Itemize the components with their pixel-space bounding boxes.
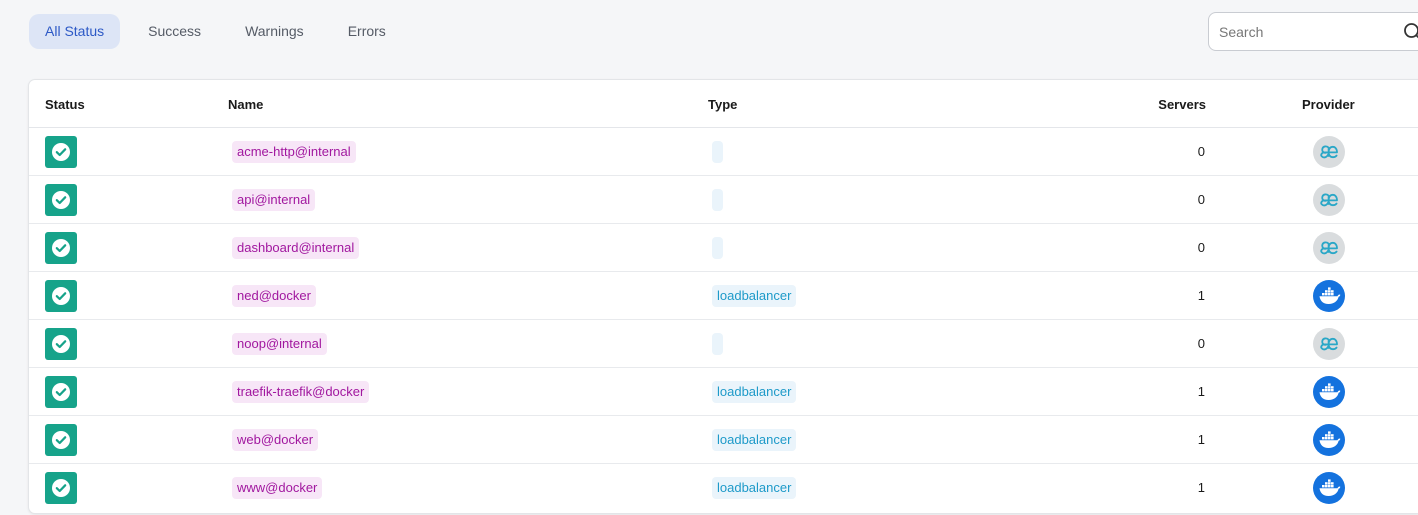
check-circle-icon — [52, 479, 70, 497]
traefik-internal-icon — [1320, 193, 1338, 207]
table-header: Status Name Type Servers Provider — [29, 80, 1418, 128]
traefik-internal-icon — [1320, 145, 1338, 159]
status-badge — [45, 184, 77, 216]
server-count: 1 — [1197, 288, 1205, 303]
status-badge — [45, 376, 77, 408]
header-provider: Provider — [1302, 97, 1355, 112]
server-count: 0 — [1197, 336, 1205, 351]
service-type — [712, 141, 723, 163]
docker-whale-icon — [1319, 479, 1341, 496]
traefik-internal-icon — [1320, 337, 1338, 351]
provider-internal-badge — [1313, 232, 1345, 264]
check-circle-icon — [52, 143, 70, 161]
service-type: loadbalancer — [712, 285, 797, 307]
filter-errors[interactable]: Errors — [332, 14, 402, 49]
header-servers: Servers — [1158, 97, 1206, 112]
server-count: 1 — [1197, 432, 1205, 447]
search-box — [1208, 12, 1418, 51]
check-circle-icon — [52, 239, 70, 257]
table-row-0[interactable]: acme-http@internal 0 — [29, 128, 1418, 176]
docker-whale-icon — [1319, 431, 1341, 448]
table-body: acme-http@internal 0 api@internal 0 dash… — [29, 128, 1418, 512]
service-name: traefik-traefik@docker — [232, 381, 370, 403]
docker-whale-icon — [1319, 383, 1341, 400]
service-type: loadbalancer — [712, 429, 797, 451]
status-filter-bar: All Status Success Warnings Errors — [29, 14, 414, 49]
provider-internal-badge — [1313, 328, 1345, 360]
service-name: web@docker — [232, 429, 319, 451]
server-count: 0 — [1197, 192, 1205, 207]
status-badge — [45, 232, 77, 264]
table-row-7[interactable]: www@docker loadbalancer 1 — [29, 464, 1418, 512]
provider-docker-badge — [1313, 280, 1345, 312]
check-circle-icon — [52, 335, 70, 353]
table-row-5[interactable]: traefik-traefik@docker loadbalancer 1 — [29, 368, 1418, 416]
service-name: api@internal — [232, 189, 316, 211]
filter-all-status[interactable]: All Status — [29, 14, 121, 49]
server-count: 1 — [1197, 384, 1205, 399]
table-row-4[interactable]: noop@internal 0 — [29, 320, 1418, 368]
service-name: acme-http@internal — [232, 141, 356, 163]
check-circle-icon — [52, 431, 70, 449]
provider-internal-badge — [1313, 136, 1345, 168]
filter-warnings[interactable]: Warnings — [229, 14, 320, 49]
search-icon[interactable] — [1403, 22, 1418, 42]
provider-docker-badge — [1313, 472, 1345, 504]
status-badge — [45, 424, 77, 456]
check-circle-icon — [52, 191, 70, 209]
provider-internal-badge — [1313, 184, 1345, 216]
service-type — [712, 237, 723, 259]
service-name: www@docker — [232, 477, 323, 499]
table-row-3[interactable]: ned@docker loadbalancer 1 — [29, 272, 1418, 320]
service-type: loadbalancer — [712, 477, 797, 499]
status-badge — [45, 280, 77, 312]
service-type — [712, 333, 723, 355]
header-name: Name — [228, 97, 264, 112]
check-circle-icon — [52, 383, 70, 401]
service-name: dashboard@internal — [232, 237, 360, 259]
table-row-6[interactable]: web@docker loadbalancer 1 — [29, 416, 1418, 464]
docker-whale-icon — [1319, 287, 1341, 304]
service-type: loadbalancer — [712, 381, 797, 403]
search-input[interactable] — [1219, 13, 1399, 50]
header-type: Type — [708, 97, 738, 112]
services-table: Status Name Type Servers Provider acme-h… — [29, 80, 1418, 513]
traefik-internal-icon — [1320, 241, 1338, 255]
server-count: 0 — [1197, 144, 1205, 159]
status-badge — [45, 328, 77, 360]
service-name: noop@internal — [232, 333, 327, 355]
filter-success[interactable]: Success — [132, 14, 217, 49]
service-name: ned@docker — [232, 285, 316, 307]
provider-docker-badge — [1313, 376, 1345, 408]
header-status: Status — [45, 97, 85, 112]
status-badge — [45, 136, 77, 168]
check-circle-icon — [52, 287, 70, 305]
server-count: 1 — [1197, 480, 1205, 495]
provider-docker-badge — [1313, 424, 1345, 456]
status-badge — [45, 472, 77, 504]
table-row-2[interactable]: dashboard@internal 0 — [29, 224, 1418, 272]
server-count: 0 — [1197, 240, 1205, 255]
table-row-1[interactable]: api@internal 0 — [29, 176, 1418, 224]
service-type — [712, 189, 723, 211]
